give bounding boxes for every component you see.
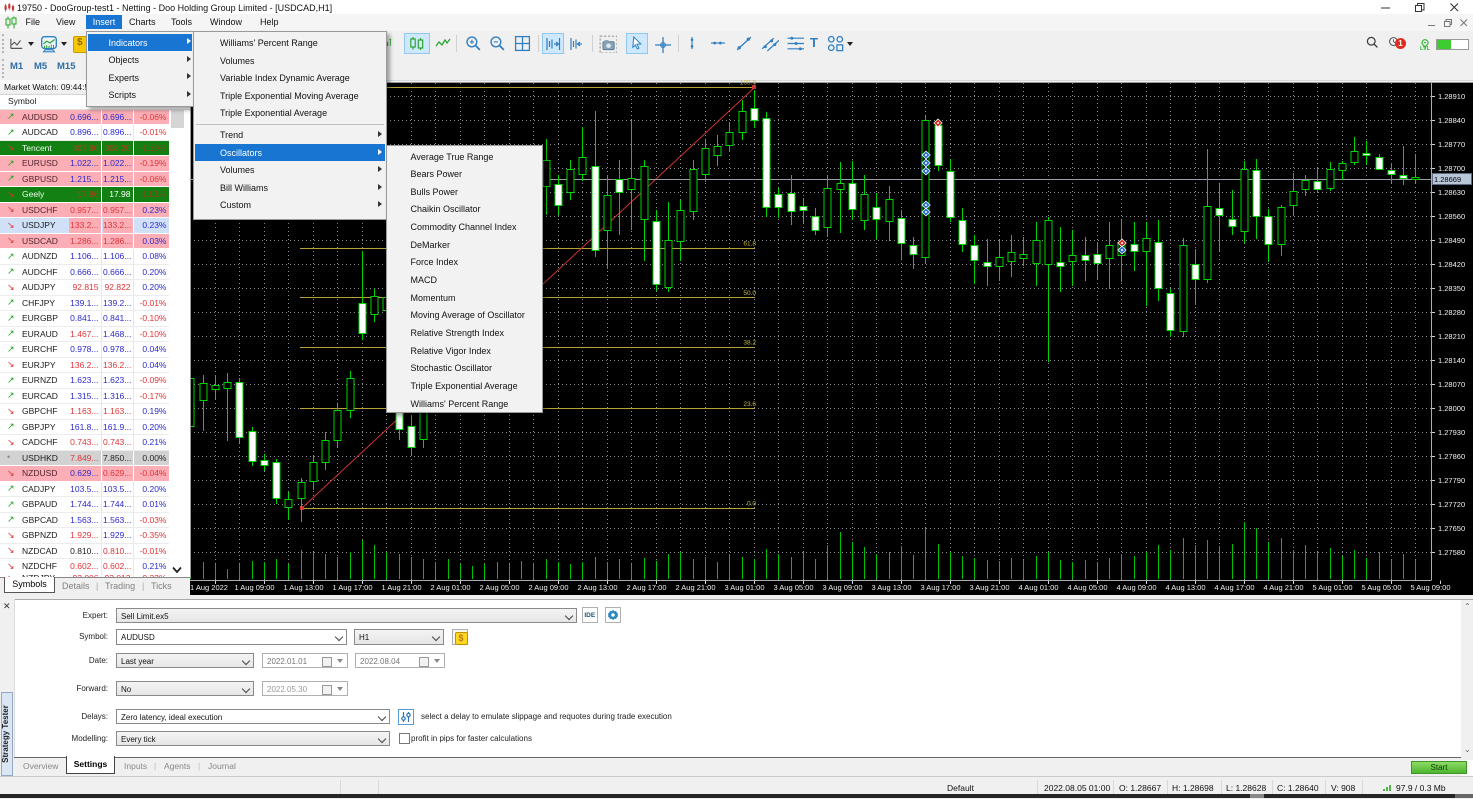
svg-text:3 Aug 01:00: 3 Aug 01:00 — [724, 583, 764, 592]
svg-text:2 Aug 05:00: 2 Aug 05:00 — [479, 583, 519, 592]
svg-text:1.27930: 1.27930 — [1438, 428, 1465, 437]
svg-text:5 Aug 09:00: 5 Aug 09:00 — [1410, 583, 1450, 592]
svg-text:3 Aug 21:00: 3 Aug 21:00 — [969, 583, 1009, 592]
svg-text:38.2: 38.2 — [743, 340, 756, 347]
svg-text:1.28000: 1.28000 — [1438, 404, 1465, 413]
svg-text:1.28669: 1.28669 — [1434, 175, 1461, 184]
svg-text:1.28420: 1.28420 — [1438, 260, 1465, 269]
svg-text:1 Aug 2022: 1 Aug 2022 — [190, 583, 228, 592]
svg-text:1.28630: 1.28630 — [1438, 188, 1465, 197]
svg-text:2 Aug 13:00: 2 Aug 13:00 — [577, 583, 617, 592]
svg-text:1 Aug 21:00: 1 Aug 21:00 — [381, 583, 421, 592]
svg-text:1.28280: 1.28280 — [1438, 308, 1465, 317]
svg-text:1.27650: 1.27650 — [1438, 524, 1465, 533]
svg-text:1.27790: 1.27790 — [1438, 476, 1465, 485]
svg-text:4 Aug 13:00: 4 Aug 13:00 — [1165, 583, 1205, 592]
svg-text:4 Aug 05:00: 4 Aug 05:00 — [1067, 583, 1107, 592]
svg-text:4 Aug 09:00: 4 Aug 09:00 — [1116, 583, 1156, 592]
svg-text:1.28490: 1.28490 — [1438, 236, 1465, 245]
svg-text:1 Aug 09:00: 1 Aug 09:00 — [234, 583, 274, 592]
svg-text:1.28840: 1.28840 — [1438, 116, 1465, 125]
svg-text:1.28700: 1.28700 — [1438, 164, 1465, 173]
svg-text:1.28560: 1.28560 — [1438, 212, 1465, 221]
svg-text:0.0: 0.0 — [747, 501, 756, 508]
svg-text:2 Aug 21:00: 2 Aug 21:00 — [675, 583, 715, 592]
svg-text:1.28910: 1.28910 — [1438, 92, 1465, 101]
svg-text:4 Aug 21:00: 4 Aug 21:00 — [1263, 583, 1303, 592]
svg-text:3 Aug 09:00: 3 Aug 09:00 — [822, 583, 862, 592]
svg-text:1.27860: 1.27860 — [1438, 452, 1465, 461]
svg-text:1 Aug 13:00: 1 Aug 13:00 — [283, 583, 323, 592]
svg-text:4 Aug 17:00: 4 Aug 17:00 — [1214, 583, 1254, 592]
svg-text:1.28350: 1.28350 — [1438, 284, 1465, 293]
svg-text:5 Aug 05:00: 5 Aug 05:00 — [1361, 583, 1401, 592]
svg-text:2 Aug 09:00: 2 Aug 09:00 — [528, 583, 568, 592]
svg-text:23.6: 23.6 — [743, 401, 756, 408]
svg-text:5 Aug 01:00: 5 Aug 01:00 — [1312, 583, 1352, 592]
svg-text:3 Aug 13:00: 3 Aug 13:00 — [871, 583, 911, 592]
svg-text:2 Aug 17:00: 2 Aug 17:00 — [626, 583, 666, 592]
svg-text:1.28210: 1.28210 — [1438, 332, 1465, 341]
svg-text:2 Aug 01:00: 2 Aug 01:00 — [430, 583, 470, 592]
svg-text:50.0: 50.0 — [743, 290, 756, 297]
svg-text:1.28140: 1.28140 — [1438, 356, 1465, 365]
svg-text:1.28070: 1.28070 — [1438, 380, 1465, 389]
svg-text:1.27720: 1.27720 — [1438, 500, 1465, 509]
svg-text:3 Aug 17:00: 3 Aug 17:00 — [920, 583, 960, 592]
svg-text:3 Aug 05:00: 3 Aug 05:00 — [773, 583, 813, 592]
svg-text:1 Aug 17:00: 1 Aug 17:00 — [332, 583, 372, 592]
svg-text:4 Aug 01:00: 4 Aug 01:00 — [1018, 583, 1058, 592]
svg-text:1.27580: 1.27580 — [1438, 548, 1465, 557]
svg-text:1.28770: 1.28770 — [1438, 140, 1465, 149]
svg-text:61.8: 61.8 — [743, 241, 756, 248]
